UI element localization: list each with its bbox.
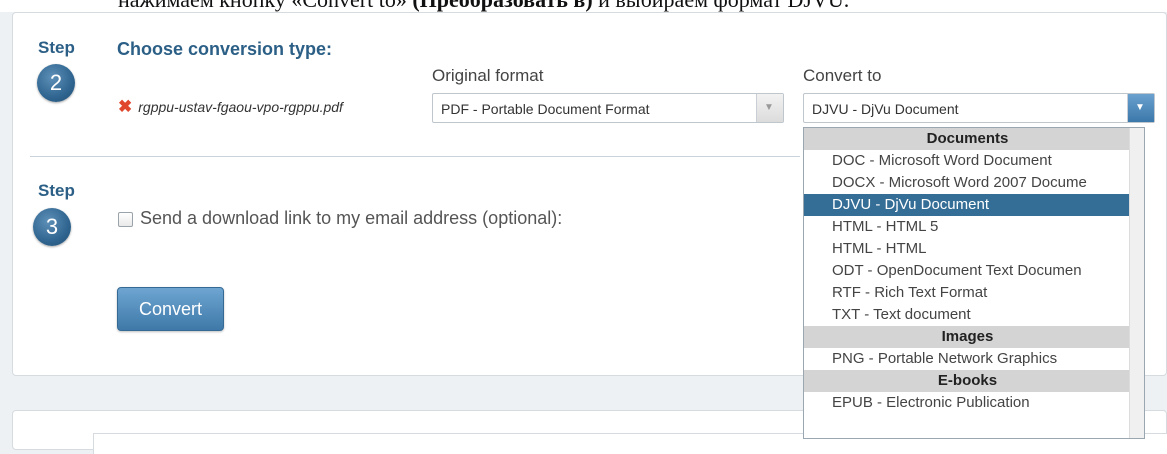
- format-option[interactable]: TXT - Text document: [804, 304, 1131, 326]
- section-divider: [30, 156, 800, 157]
- conversion-type-title: Choose conversion type:: [117, 39, 333, 59]
- step3-number-badge: 3: [33, 208, 71, 246]
- convert-to-label: Convert to: [803, 66, 882, 85]
- option-group-header: Documents: [804, 128, 1131, 150]
- options-list: Documents DOC - Microsoft Word Document DO…: [804, 128, 1131, 414]
- file-row: ✖ rgppu-ustav-fgaou-vpo-rgppu.pdf: [118, 97, 343, 117]
- original-format-label: Original format: [432, 66, 544, 85]
- step2-number-badge: 2: [37, 64, 75, 102]
- step3-label: Step: [38, 181, 75, 200]
- format-option[interactable]: ODT - OpenDocument Text Documen: [804, 260, 1131, 282]
- email-link-checkbox[interactable]: [118, 212, 133, 227]
- convert-button[interactable]: Convert: [117, 287, 224, 331]
- convert-to-options-list[interactable]: Documents DOC - Microsoft Word Document DO…: [803, 127, 1145, 439]
- original-format-select[interactable]: PDF - Portable Document Format ▼: [432, 93, 784, 123]
- step2-label: Step: [38, 38, 75, 57]
- convert-to-select[interactable]: DJVU - DjVu Document ▼: [803, 93, 1155, 123]
- file-name: rgppu-ustav-fgaou-vpo-rgppu.pdf: [138, 99, 343, 115]
- caption-text-after: и выбираем формат DJVU.: [598, 0, 849, 12]
- email-link-label[interactable]: Send a download link to my email address…: [140, 208, 562, 229]
- original-format-dropdown-button[interactable]: ▼: [756, 94, 783, 122]
- format-option[interactable]: HTML - HTML 5: [804, 216, 1131, 238]
- original-format-value: PDF - Portable Document Format: [441, 101, 650, 117]
- caption-text-before: нажимаем кнопку «Convert to»: [118, 0, 407, 12]
- chevron-down-icon: ▼: [1135, 102, 1145, 113]
- caption-text-bold: (Преобразовать в): [412, 0, 592, 12]
- remove-file-icon[interactable]: ✖: [118, 97, 132, 117]
- option-group-header: Images: [804, 326, 1131, 348]
- options-scrollbar[interactable]: [1129, 128, 1144, 438]
- format-option[interactable]: DJVU - DjVu Document: [804, 194, 1131, 216]
- convert-to-value: DJVU - DjVu Document: [812, 101, 959, 117]
- option-group-header: E-books: [804, 370, 1131, 392]
- format-option[interactable]: EPUB - Electronic Publication: [804, 392, 1131, 414]
- convert-to-dropdown-button[interactable]: ▼: [1127, 94, 1154, 122]
- instruction-caption: нажимаем кнопку «Convert to» (Преобразов…: [0, 0, 1167, 12]
- chevron-down-icon: ▼: [764, 102, 774, 113]
- format-option[interactable]: HTML - HTML: [804, 238, 1131, 260]
- format-option[interactable]: RTF - Rich Text Format: [804, 282, 1131, 304]
- format-option[interactable]: PNG - Portable Network Graphics: [804, 348, 1131, 370]
- format-option[interactable]: DOCX - Microsoft Word 2007 Docume: [804, 172, 1131, 194]
- format-option[interactable]: DOC - Microsoft Word Document: [804, 150, 1131, 172]
